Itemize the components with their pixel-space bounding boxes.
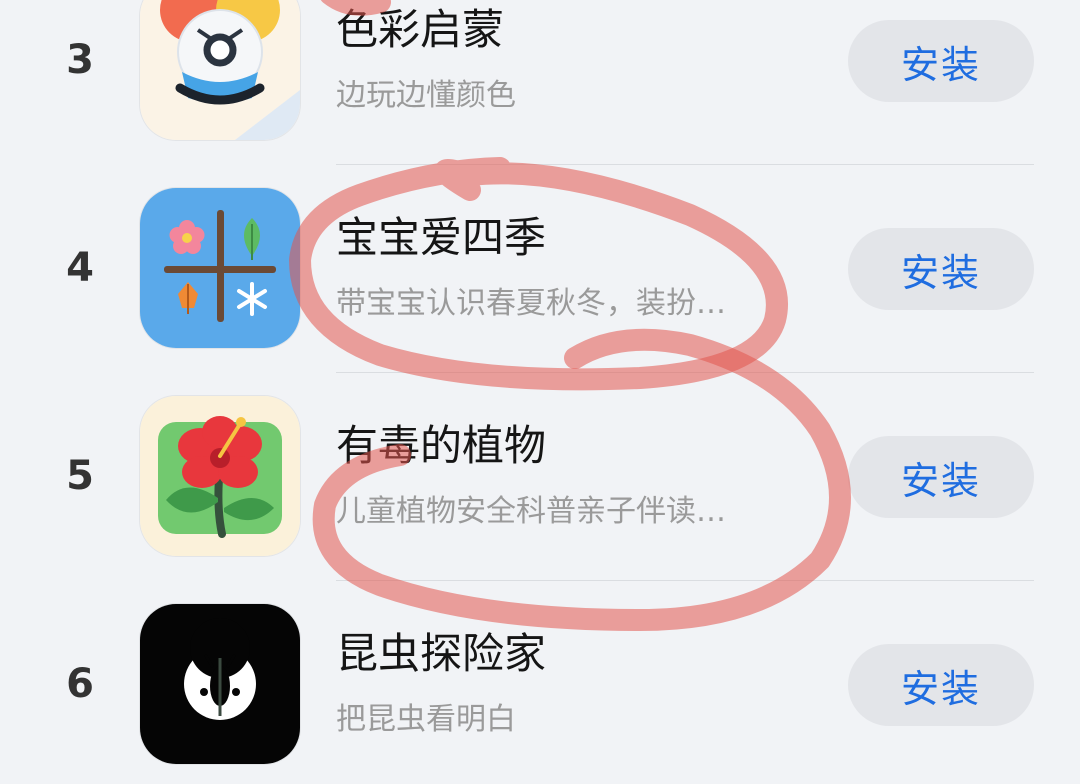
list-item[interactable]: 3 色彩启蒙 边玩边懂颜色 安装 (0, 0, 1080, 160)
install-button[interactable]: 安装 (848, 228, 1034, 310)
four-seasons-icon[interactable] (140, 188, 300, 348)
list-item[interactable]: 5 有毒的植物 儿童植物安全科普亲子伴读… 安装 (0, 376, 1080, 576)
app-description: 把昆虫看明白 (336, 702, 516, 737)
list-item[interactable]: 6 昆虫探险家 把昆虫看明白 安装 (0, 584, 1080, 784)
rank-number: 3 (66, 37, 94, 83)
rank-number: 4 (66, 245, 94, 291)
app-title: 有毒的植物 (336, 421, 547, 470)
divider (336, 580, 1034, 581)
install-button[interactable]: 安装 (848, 20, 1034, 102)
app-description: 儿童植物安全科普亲子伴读… (336, 494, 726, 529)
app-description: 带宝宝认识春夏秋冬，装扮… (336, 286, 726, 321)
rank-number: 5 (66, 453, 94, 499)
app-title: 昆虫探险家 (336, 629, 547, 678)
divider (336, 164, 1034, 165)
rank-number: 6 (66, 661, 94, 707)
app-ranking-list: 3 色彩启蒙 边玩边懂颜色 安装 4 宝宝爱四季 带宝宝认识春夏秋冬，装扮… 安… (0, 0, 1080, 771)
install-button[interactable]: 安装 (848, 436, 1034, 518)
insect-explorer-icon[interactable] (140, 604, 300, 764)
divider (336, 372, 1034, 373)
color-enlightenment-icon[interactable] (140, 0, 300, 140)
poisonous-plant-flower-icon[interactable] (140, 396, 300, 556)
install-button[interactable]: 安装 (848, 644, 1034, 726)
list-item[interactable]: 4 宝宝爱四季 带宝宝认识春夏秋冬，装扮… 安装 (0, 168, 1080, 368)
app-description: 边玩边懂颜色 (336, 78, 516, 113)
app-title: 色彩启蒙 (336, 5, 505, 54)
app-title: 宝宝爱四季 (336, 213, 547, 262)
